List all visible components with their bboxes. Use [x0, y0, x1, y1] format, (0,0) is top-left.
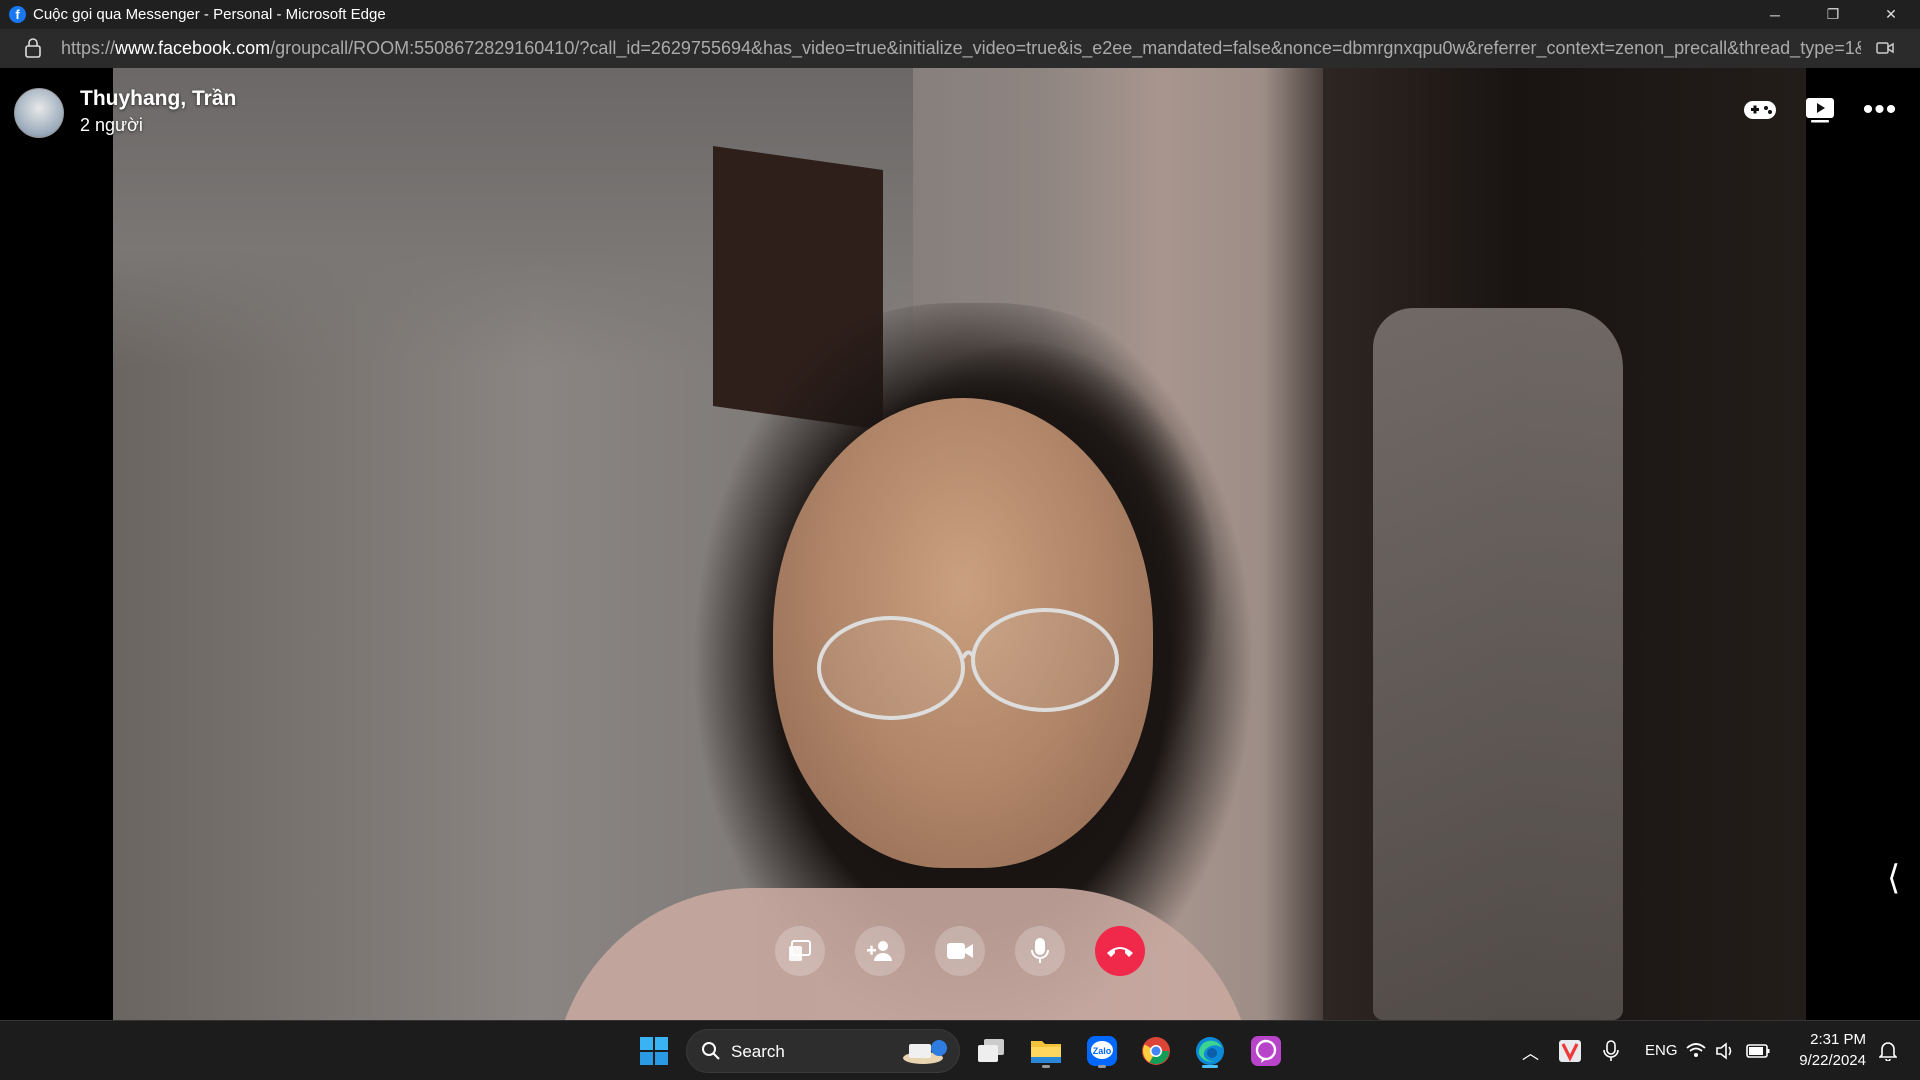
address-bar[interactable]: https://www.facebook.com/groupcall/ROOM:… — [0, 29, 1920, 68]
microphone-tray-icon[interactable] — [1591, 1031, 1631, 1071]
network-volume-battery-group[interactable] — [1685, 1031, 1775, 1071]
side-panel-toggle-icon[interactable]: ⟨ — [1887, 858, 1900, 898]
chrome-icon[interactable] — [1136, 1031, 1176, 1071]
running-indicator — [1042, 1065, 1050, 1068]
svg-text:Zalo: Zalo — [1093, 1046, 1112, 1056]
active-app-indicator — [1202, 1065, 1218, 1068]
notification-bell-icon[interactable] — [1868, 1031, 1908, 1071]
window-title: Cuộc gọi qua Messenger - Personal - Micr… — [33, 6, 386, 23]
task-view-icon[interactable] — [971, 1031, 1011, 1071]
microphone-icon[interactable] — [1015, 926, 1065, 976]
participant-glasses — [817, 608, 1119, 720]
taskbar-search[interactable]: Search — [686, 1029, 960, 1073]
url-path: /groupcall/ROOM:5508672829160410/?call_i… — [270, 38, 1861, 58]
url-scheme: https:// — [61, 38, 116, 58]
share-screen-icon[interactable] — [775, 926, 825, 976]
caller-name: Thuyhang, Trần — [80, 87, 237, 110]
window-title-bar: f Cuộc gọi qua Messenger - Personal - Mi… — [0, 0, 1920, 29]
url-text[interactable]: https://www.facebook.com/groupcall/ROOM:… — [61, 29, 1861, 68]
wifi-volume-battery-icon — [1686, 1042, 1770, 1060]
call-stage: Thuyhang, Trần 2 người ••• ⟨ — [0, 68, 1920, 1020]
search-label: Search — [731, 1042, 785, 1061]
participant-count: 2 người — [80, 115, 143, 135]
caller-avatar[interactable] — [14, 88, 64, 138]
end-call-icon[interactable] — [1095, 926, 1145, 976]
more-options-icon[interactable]: ••• — [1860, 90, 1900, 130]
show-hidden-icons-chevron-icon[interactable]: ︿ — [1522, 1039, 1539, 1064]
camera-permission-icon[interactable] — [1876, 41, 1894, 55]
windows-taskbar: Search Zalo ︿ ENG 2:31 PM 9/22/2024 — [0, 1020, 1920, 1080]
lock-icon[interactable] — [24, 38, 42, 58]
file-explorer-icon[interactable] — [1026, 1031, 1066, 1071]
clock-time[interactable]: 2:31 PM — [1806, 1031, 1866, 1048]
url-host: www.facebook.com — [115, 38, 271, 58]
running-indicator — [1098, 1065, 1106, 1068]
edge-icon[interactable] — [1190, 1031, 1230, 1071]
video-background-cloth — [1373, 308, 1623, 1020]
restore-button[interactable]: ❐ — [1804, 0, 1862, 29]
remote-video-feed — [113, 68, 1806, 1020]
gamepad-icon[interactable] — [1740, 90, 1780, 130]
add-person-icon[interactable] — [855, 926, 905, 976]
minimize-button[interactable]: ─ — [1746, 0, 1804, 29]
messenger-icon[interactable] — [1246, 1031, 1286, 1071]
search-highlight-icon — [903, 1040, 947, 1064]
search-icon — [702, 1042, 720, 1060]
clock-date[interactable]: 9/22/2024 — [1786, 1052, 1866, 1069]
vivaldi-tray-icon[interactable] — [1550, 1031, 1590, 1071]
play-video-icon[interactable] — [1800, 90, 1840, 130]
video-camera-icon[interactable] — [935, 926, 985, 976]
close-button[interactable]: ✕ — [1862, 0, 1920, 29]
windows-start-icon[interactable] — [634, 1031, 674, 1071]
facebook-favicon-icon: f — [9, 6, 26, 23]
input-language[interactable]: ENG — [1645, 1042, 1678, 1059]
zalo-icon[interactable]: Zalo — [1082, 1031, 1122, 1071]
